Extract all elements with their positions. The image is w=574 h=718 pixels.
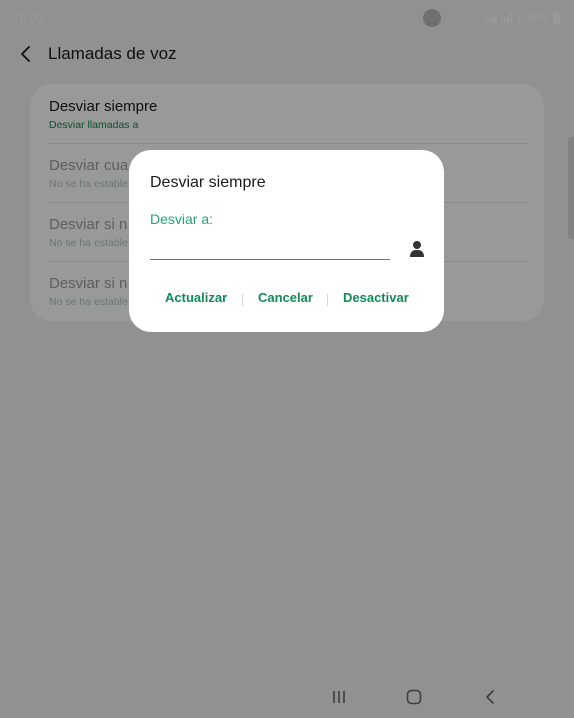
action-divider [327, 294, 328, 306]
forward-number-input[interactable] [150, 236, 390, 260]
action-divider [242, 294, 243, 306]
forward-to-label: Desviar a: [150, 211, 214, 227]
cancel-button[interactable]: Cancelar [258, 290, 313, 305]
forward-dialog: Desviar siempre Desviar a: Actualizar Ca… [129, 150, 444, 332]
dialog-title: Desviar siempre [150, 174, 266, 191]
contact-person-icon[interactable] [409, 240, 425, 258]
screen: 10:00 100% Llamadas de voz Desviar siemp… [0, 0, 574, 718]
modal-overlay[interactable] [0, 0, 574, 718]
deactivate-button[interactable]: Desactivar [343, 290, 409, 305]
update-button[interactable]: Actualizar [165, 290, 227, 305]
dialog-actions: Actualizar Cancelar Desactivar [129, 288, 444, 310]
